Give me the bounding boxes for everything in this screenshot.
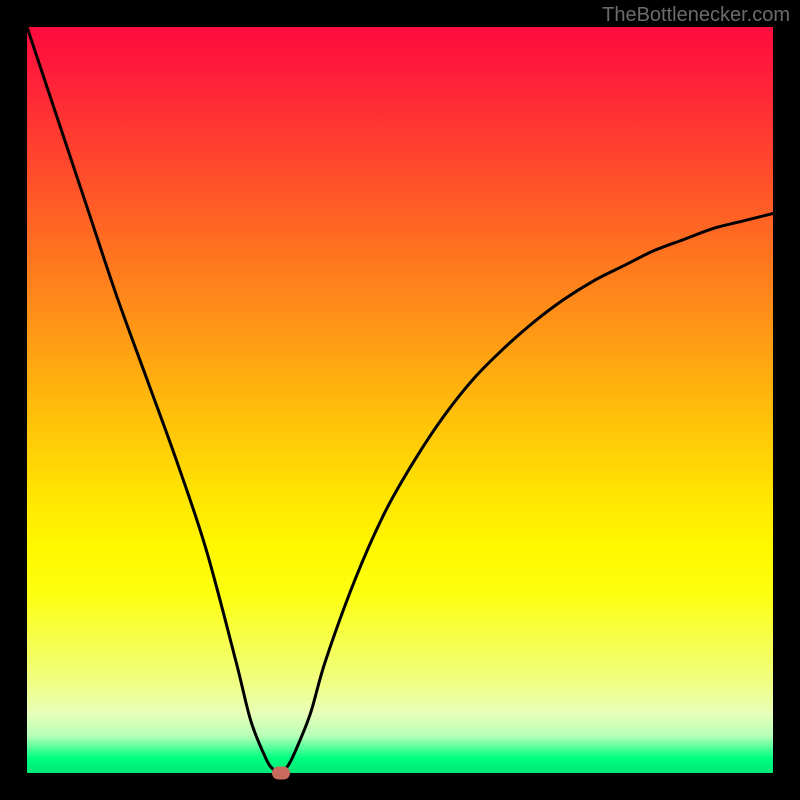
watermark-text: TheBottlenecker.com [602, 4, 790, 27]
optimal-point-marker [272, 767, 290, 780]
bottleneck-curve [27, 27, 773, 773]
plot-area [27, 27, 773, 773]
chart-frame: TheBottlenecker.com [0, 0, 800, 800]
curve-path [27, 27, 773, 773]
